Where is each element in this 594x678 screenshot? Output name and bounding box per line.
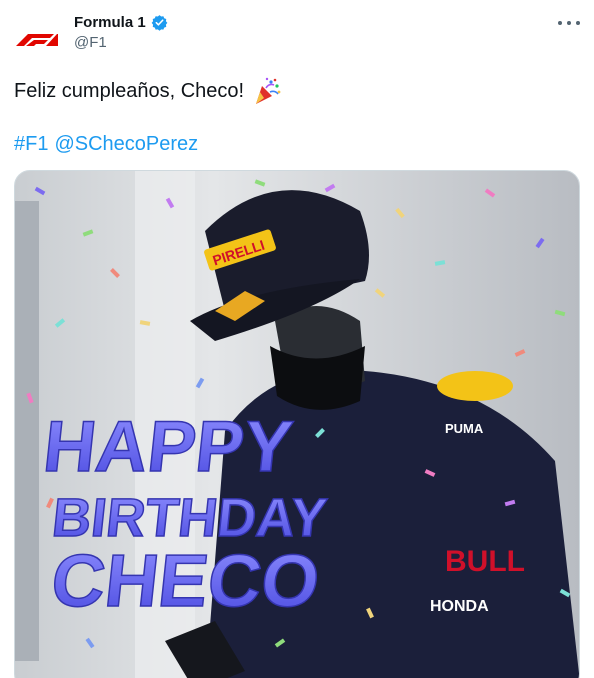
party-popper-icon <box>256 77 281 104</box>
verified-badge-icon <box>151 14 168 31</box>
suit-logo-puma: PUMA <box>445 421 484 436</box>
author-handle[interactable]: @F1 <box>74 34 168 51</box>
tweet-text-content: Feliz cumpleaños, Checo! <box>14 80 245 102</box>
media-illustration: PIRELLI PUMA HONDA BULL HAPPY BIRTHDAY C… <box>15 171 579 678</box>
tweet-card[interactable]: Formula 1 @F1 Feliz cumpleaños, Checo! #… <box>0 0 594 678</box>
author-name[interactable]: Formula 1 <box>74 14 146 31</box>
formula1-logo-avatar[interactable] <box>12 14 60 62</box>
overlay-line-3: CHECO <box>48 539 324 622</box>
formula1-logo <box>16 34 58 46</box>
suit-logo-honda: HONDA <box>430 598 489 615</box>
mention-link[interactable]: @SChecoPerez <box>54 131 198 157</box>
suit-logo-bull: BULL <box>445 545 525 578</box>
tweet-tags: #F1 @SChecoPerez <box>14 131 198 157</box>
tweet-text: Feliz cumpleaños, Checo! <box>14 76 282 106</box>
overlay-line-1: HAPPY <box>40 407 296 487</box>
hashtag-link[interactable]: #F1 <box>14 131 48 157</box>
tweet-media-image[interactable]: PIRELLI PUMA HONDA BULL HAPPY BIRTHDAY C… <box>14 170 580 678</box>
birthday-overlay: HAPPY BIRTHDAY CHECO <box>39 406 330 622</box>
tweet-author: Formula 1 @F1 <box>74 12 168 51</box>
more-horizontal-icon <box>558 21 562 25</box>
more-options-button[interactable] <box>558 16 580 30</box>
